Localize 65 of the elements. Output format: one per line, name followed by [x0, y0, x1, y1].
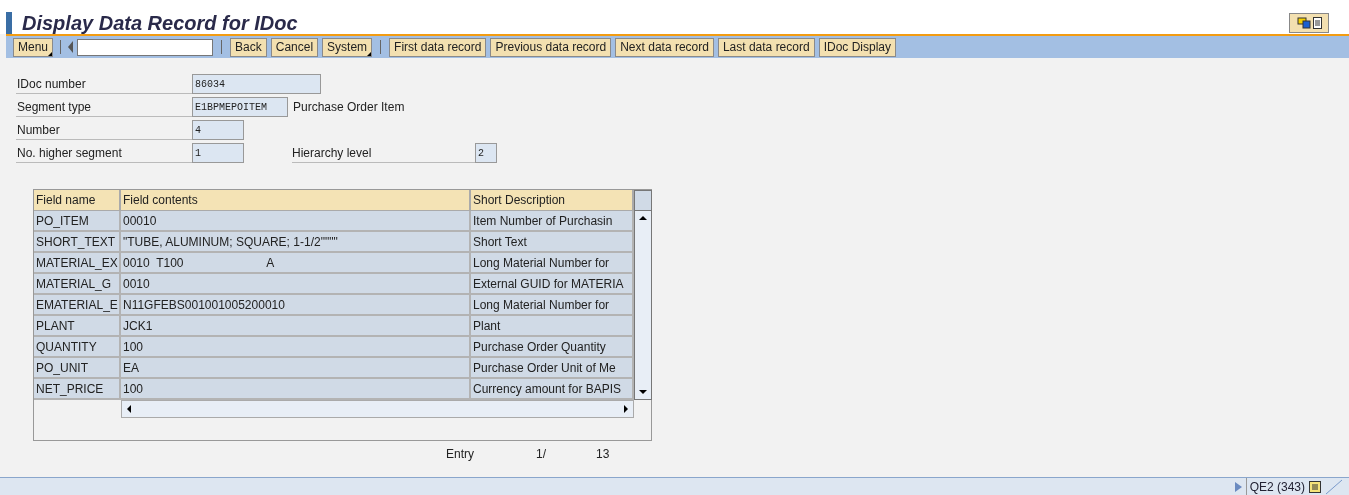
toolbar-button[interactable]: Last data record — [717, 37, 815, 57]
toolbar-button[interactable]: Menu — [13, 37, 54, 57]
vertical-scrollbar[interactable] — [634, 190, 652, 400]
table-cell: "TUBE, ALUMINUM; SQUARE; 1-1/2"""" — [121, 232, 471, 253]
field-value: 86034 — [192, 74, 321, 94]
field-label: Number — [16, 120, 192, 140]
field-label: Hierarchy level — [292, 143, 475, 163]
help-icons-button[interactable] — [1289, 13, 1329, 33]
table-cell: PO_UNIT — [34, 358, 121, 379]
toolbar-button[interactable]: First data record — [389, 37, 487, 57]
expand-triangle-icon[interactable] — [1234, 481, 1242, 492]
entry-current: 1/ — [536, 446, 547, 463]
table-cell: 0010 T100 A — [121, 253, 471, 274]
table-cell: MATERIAL_EX — [34, 253, 121, 274]
window-title: Display Data Record for IDoc — [22, 13, 298, 33]
table-cell: NET_PRICE — [34, 379, 121, 400]
table-cell: Purchase Order Unit of Me — [471, 358, 634, 379]
entry-total: 13 — [596, 446, 610, 463]
table-cell: 00010 — [121, 211, 471, 232]
field-label: No. higher segment — [16, 143, 192, 163]
toolbar-button[interactable]: Back — [230, 37, 267, 57]
table-cell: QUANTITY — [34, 337, 121, 358]
table-cell: PO_ITEM — [34, 211, 121, 232]
table-cell: External GUID for MATERIA — [471, 274, 634, 295]
field-value: E1BPMEPOITEM — [192, 97, 288, 117]
table-cell: SHORT_TEXT — [34, 232, 121, 253]
table-cell: EA — [121, 358, 471, 379]
table-cell: EMATERIAL_E — [34, 295, 121, 316]
table-cell: 100 — [121, 337, 471, 358]
table-cell: N11GFEBS001001005200010 — [121, 295, 471, 316]
horizontal-scrollbar[interactable] — [121, 400, 634, 418]
toolbar-button[interactable]: Cancel — [270, 37, 319, 57]
table-cell: 0010 — [121, 274, 471, 295]
field-value: 2 — [475, 143, 497, 163]
table-cell: PLANT — [34, 316, 121, 337]
system-info: QE2 (343) — [1245, 477, 1305, 495]
table-cell: MATERIAL_G — [34, 274, 121, 295]
field-label: Segment type — [16, 97, 192, 117]
column-header[interactable]: Field name — [34, 190, 121, 211]
column-header[interactable]: Short Description — [471, 190, 634, 211]
table-cell: Purchase Order Quantity — [471, 337, 634, 358]
log-icon[interactable] — [1309, 480, 1321, 493]
table-cell: JCK1 — [121, 316, 471, 337]
table-cell: Plant — [471, 316, 634, 337]
table-cell: Short Text — [471, 232, 634, 253]
entry-label: Entry — [446, 446, 475, 463]
toolbar-button[interactable]: Previous data record — [490, 37, 612, 57]
toolbar-button[interactable]: System — [322, 37, 373, 57]
scroll-right-icon[interactable] — [622, 404, 630, 414]
table-cell: Long Material Number for — [471, 295, 634, 316]
column-header[interactable]: Field contents — [121, 190, 471, 211]
document-icon — [1312, 17, 1322, 29]
field-description: Purchase Order Item — [293, 99, 405, 116]
toolbar-button[interactable]: Next data record — [615, 37, 714, 57]
field-label: IDoc number — [16, 74, 192, 94]
field-value: 1 — [192, 143, 244, 163]
toolbar-button[interactable]: IDoc Display — [818, 37, 896, 57]
table-cell: Long Material Number for — [471, 253, 634, 274]
field-value: 4 — [192, 120, 244, 140]
resize-grip-icon[interactable] — [1325, 478, 1343, 495]
table-cell: Item Number of Purchasin — [471, 211, 634, 232]
command-field[interactable] — [77, 38, 214, 56]
table-cell: Currency amount for BAPIS — [471, 379, 634, 400]
scroll-left-icon[interactable] — [125, 404, 133, 414]
table-cell: 100 — [121, 379, 471, 400]
